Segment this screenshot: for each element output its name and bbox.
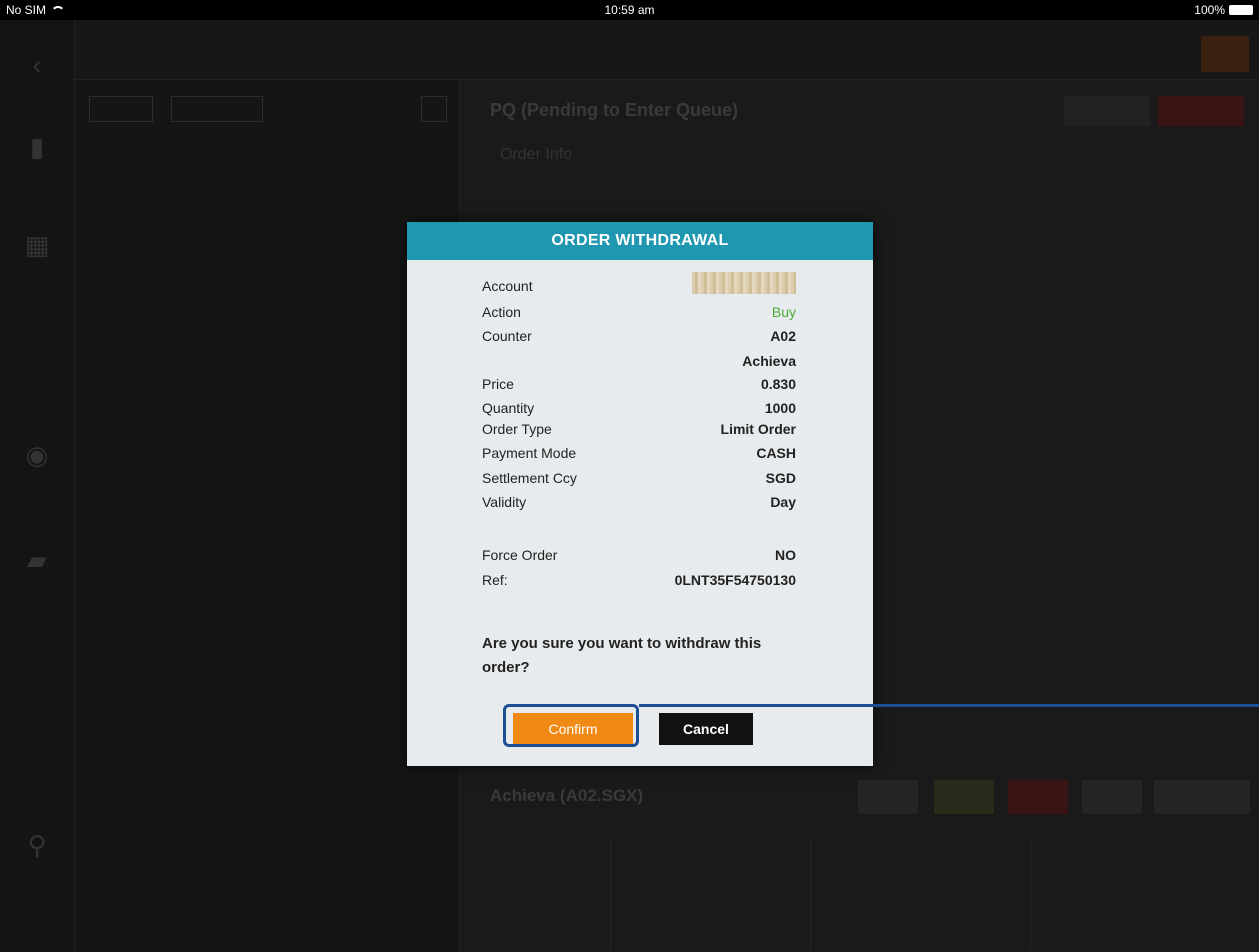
annotation-pointer-line — [639, 704, 1259, 707]
row-value: NO — [775, 547, 796, 563]
row-value: 0LNT35F54750130 — [674, 572, 796, 588]
quote-button-3[interactable] — [1008, 780, 1068, 814]
row-force-order: Force Order NO — [482, 547, 796, 567]
quote-cell — [1030, 840, 1230, 950]
row-settlement-ccy: Settlement Ccy SGD — [482, 470, 796, 490]
cancel-button[interactable]: Cancel — [659, 713, 753, 745]
row-quantity: Quantity 1000 — [482, 400, 796, 420]
page-title: PQ (Pending to Enter Queue) — [490, 100, 739, 120]
order-list-panel — [75, 80, 460, 952]
dialog-title: ORDER WITHDRAWAL — [407, 222, 873, 260]
quote-button-1[interactable] — [858, 780, 918, 814]
row-label: Counter — [482, 328, 532, 344]
row-label: Force Order — [482, 547, 558, 563]
quote-cell — [810, 840, 1010, 950]
row-label: Price — [482, 376, 514, 392]
search-icon[interactable]: ⚲ — [22, 830, 52, 860]
action-button-2[interactable] — [1158, 96, 1244, 126]
row-value: SGD — [765, 470, 796, 486]
quote-button-2[interactable] — [934, 780, 994, 814]
row-label: Settlement Ccy — [482, 470, 577, 486]
account-value-redacted — [692, 272, 796, 294]
action-button-1[interactable] — [1064, 96, 1150, 126]
status-bar: No SIM 10:59 am 100% — [0, 0, 1259, 20]
clock: 10:59 am — [604, 3, 655, 17]
row-label: Order Type — [482, 421, 552, 437]
row-label: Ref: — [482, 572, 508, 588]
row-validity: Validity Day — [482, 494, 796, 514]
quote-heading: Achieva (A02.SGX) — [490, 786, 644, 805]
quote-button-4[interactable] — [1082, 780, 1142, 814]
row-ref: Ref: 0LNT35F54750130 — [482, 572, 796, 592]
row-label: Account — [482, 278, 533, 294]
row-value: Achieva — [742, 353, 796, 369]
row-value: Day — [770, 494, 796, 510]
row-label: Validity — [482, 494, 527, 510]
order-info-heading: Order Info — [500, 146, 573, 163]
grid-icon[interactable]: ▦ — [22, 230, 52, 260]
battery-percent: 100% — [1194, 3, 1225, 17]
folder-icon[interactable]: ▰ — [22, 545, 52, 575]
refresh-button[interactable] — [421, 96, 447, 122]
notification-badge[interactable] — [1201, 36, 1249, 72]
row-value: 1000 — [764, 400, 796, 416]
row-order-type: Order Type Limit Order — [482, 421, 796, 441]
portfolio-icon[interactable]: ◉ — [22, 440, 52, 470]
chart-icon[interactable]: ▮ — [22, 132, 52, 162]
battery-icon — [1229, 5, 1253, 15]
row-label: Action — [482, 304, 521, 320]
row-label: Payment Mode — [482, 445, 577, 461]
order-withdrawal-dialog: ORDER WITHDRAWAL Account Action Buy Coun… — [407, 222, 873, 766]
quote-button-5[interactable] — [1154, 780, 1250, 814]
quote-cell — [610, 840, 790, 950]
row-counter-name: Achieva — [482, 353, 796, 373]
row-value: A02 — [770, 328, 796, 344]
row-value: 0.830 — [760, 376, 796, 392]
row-account: Account — [482, 272, 796, 298]
menu-icon[interactable]: ‹ — [22, 50, 52, 80]
annotation-highlight-box — [503, 704, 639, 747]
row-value: Buy — [771, 304, 796, 320]
row-label: Quantity — [482, 400, 535, 416]
filter-button[interactable] — [89, 96, 153, 122]
row-price: Price 0.830 — [482, 376, 796, 396]
row-value: CASH — [756, 445, 796, 461]
row-value: Limit Order — [720, 421, 796, 437]
row-action: Action Buy — [482, 304, 796, 324]
sidebar: ‹ ▮ ▦ ◉ ▰ ⚲ — [0, 20, 75, 952]
date-filter-button[interactable] — [171, 96, 263, 122]
row-counter: Counter A02 — [482, 328, 796, 348]
row-payment-mode: Payment Mode CASH — [482, 445, 796, 465]
top-bar — [75, 20, 1259, 80]
confirmation-question: Are you sure you want to withdraw this o… — [482, 635, 762, 676]
